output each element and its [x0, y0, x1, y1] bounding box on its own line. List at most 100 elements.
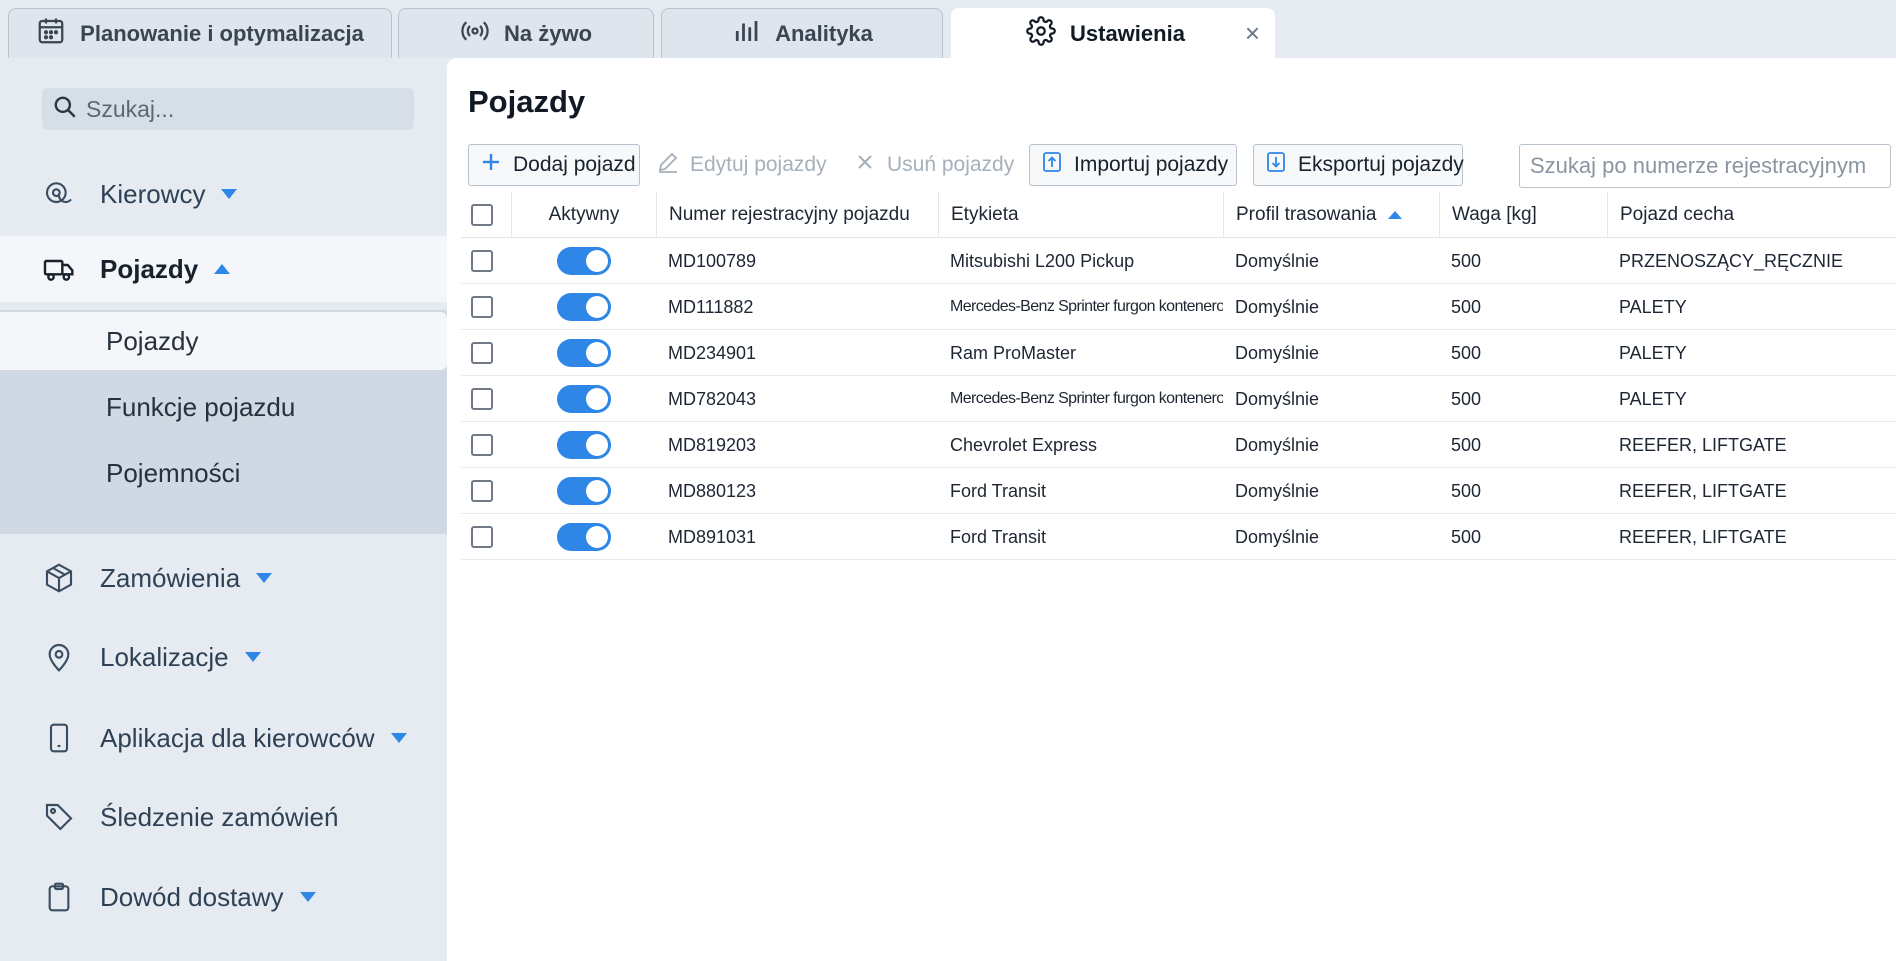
table-row[interactable]: MD782043 Mercedes-Benz Sprinter furgon k…	[461, 376, 1896, 422]
column-header-label: Aktywny	[548, 204, 620, 225]
row-active-cell	[511, 422, 656, 468]
close-icon	[853, 150, 877, 180]
sidebar-item-zamowienia[interactable]: Zamówienia	[0, 548, 447, 608]
active-toggle[interactable]	[556, 339, 611, 367]
edit-vehicles-label: Edytuj pojazdy	[690, 153, 827, 176]
tab-na-zywo[interactable]: Na żywo	[398, 8, 654, 58]
table-row[interactable]: MD880123 Ford Transit Domyślnie 500 REEF…	[461, 468, 1896, 514]
weight-cell: 500	[1451, 526, 1482, 547]
close-icon[interactable]: ×	[1245, 20, 1260, 46]
sidebar-item-label: Aplikacja dla kierowców	[100, 722, 375, 753]
plate-cell: MD819203	[668, 434, 757, 455]
row-select-cell	[471, 514, 501, 560]
routing-profile-cell: Domyślnie	[1235, 250, 1320, 271]
chevron-down-icon	[244, 652, 261, 662]
tag-icon	[42, 800, 76, 834]
column-header-active[interactable]: Aktywny	[511, 192, 656, 238]
plate-cell: MD880123	[668, 480, 757, 501]
select-all-checkbox[interactable]	[471, 204, 493, 226]
plate-search-input[interactable]	[1519, 144, 1891, 188]
label-cell: Mercedes-Benz Sprinter furgon kontenerow…	[950, 390, 1223, 407]
row-checkbox[interactable]	[471, 480, 493, 502]
label-cell: Ford Transit	[950, 480, 1047, 501]
row-checkbox[interactable]	[471, 296, 493, 318]
import-vehicles-button[interactable]: Importuj pojazdy	[1029, 144, 1237, 186]
table-row[interactable]: MD111882 Mercedes-Benz Sprinter furgon k…	[461, 284, 1896, 330]
row-select-cell	[471, 284, 501, 330]
routing-profile-cell: Domyślnie	[1235, 388, 1320, 409]
table-row[interactable]: MD891031 Ford Transit Domyślnie 500 REEF…	[461, 514, 1896, 560]
delete-vehicles-button[interactable]: Usuń pojazdy	[843, 144, 1024, 186]
chevron-down-icon	[256, 573, 273, 583]
page-title: Pojazdy	[468, 84, 586, 119]
active-toggle[interactable]	[556, 523, 611, 551]
active-toggle[interactable]	[556, 247, 611, 275]
column-header-routing-profile[interactable]: Profil trasowania	[1223, 192, 1439, 238]
column-header-plate[interactable]: Numer rejestracyjny pojazdu	[656, 192, 938, 238]
column-header-label: Numer rejestracyjny pojazdu	[669, 204, 910, 225]
active-toggle[interactable]	[556, 477, 611, 505]
subitem-label: Pojazdy	[106, 325, 199, 356]
label-cell: Ford Transit	[950, 526, 1047, 547]
row-active-cell	[511, 284, 656, 330]
export-vehicles-button[interactable]: Eksportuj pojazdy	[1253, 144, 1464, 186]
edit-vehicles-button[interactable]: Edytuj pojazdy	[646, 144, 837, 186]
table-row[interactable]: MD100789 Mitsubishi L200 Pickup Domyślni…	[461, 238, 1896, 284]
column-header-label[interactable]: Etykieta	[938, 192, 1223, 238]
label-cell: Chevrolet Express	[950, 434, 1098, 455]
package-icon	[42, 561, 76, 595]
active-toggle[interactable]	[556, 293, 611, 321]
sidebar-item-pojazdy[interactable]: Pojazdy	[0, 236, 447, 302]
routing-profile-cell: Domyślnie	[1235, 342, 1320, 363]
column-header-feature[interactable]: Pojazd cecha	[1607, 192, 1896, 238]
chevron-down-icon	[299, 892, 316, 902]
feature-cell: PRZENOSZĄCY_RĘCZNIE	[1619, 250, 1844, 271]
sidebar-item-kierowcy[interactable]: Kierowcy	[0, 164, 447, 224]
sidebar-subitem-pojemnosci[interactable]: Pojemności	[0, 444, 447, 502]
sidebar-subitem-funkcje-pojazdu[interactable]: Funkcje pojazdu	[0, 378, 447, 436]
table-body: MD100789 Mitsubishi L200 Pickup Domyślni…	[461, 238, 1896, 560]
routing-profile-cell: Domyślnie	[1235, 296, 1320, 317]
row-checkbox[interactable]	[471, 342, 493, 364]
row-checkbox[interactable]	[471, 388, 493, 410]
sidebar: Kierowcy Pojazdy Pojazdy Funkcje pojazdu…	[0, 58, 447, 961]
table-row[interactable]: MD819203 Chevrolet Express Domyślnie 500…	[461, 422, 1896, 468]
row-checkbox[interactable]	[471, 250, 493, 272]
sidebar-item-aplikacja-dla-kierowcow[interactable]: Aplikacja dla kierowców	[0, 708, 447, 768]
chevron-down-icon	[221, 189, 238, 199]
sidebar-subitem-pojazdy[interactable]: Pojazdy	[0, 312, 447, 370]
upload-icon	[1040, 150, 1064, 180]
tab-analityka[interactable]: Analityka	[661, 8, 943, 58]
add-vehicle-button[interactable]: Dodaj pojazd	[468, 144, 640, 186]
table-row[interactable]: MD234901 Ram ProMaster Domyślnie 500 PAL…	[461, 330, 1896, 376]
sidebar-item-dowod-dostawy[interactable]: Dowód dostawy	[0, 867, 447, 927]
tab-ustawienia[interactable]: Ustawienia ×	[951, 8, 1275, 58]
tab-planowanie[interactable]: Planowanie i optymalizacja	[8, 8, 392, 58]
sidebar-item-label: Dowód dostawy	[100, 881, 284, 912]
label-cell: Ram ProMaster	[950, 342, 1077, 363]
row-active-cell	[511, 238, 656, 284]
broadcast-icon	[460, 16, 490, 52]
sidebar-item-sledzenie-zamowien[interactable]: Śledzenie zamówień	[0, 787, 447, 847]
sidebar-search[interactable]	[42, 88, 414, 130]
sidebar-item-lokalizacje[interactable]: Lokalizacje	[0, 627, 447, 687]
column-header-weight[interactable]: Waga [kg]	[1439, 192, 1607, 238]
column-header-label: Waga [kg]	[1452, 204, 1537, 225]
sidebar-item-label: Kierowcy	[100, 178, 206, 209]
search-input[interactable]	[86, 95, 386, 123]
column-header-label: Etykieta	[951, 204, 1019, 225]
map-pin-icon	[42, 640, 76, 674]
tab-bar: Planowanie i optymalizacja Na żywo Anali…	[0, 0, 1896, 58]
clipboard-icon	[42, 880, 76, 914]
row-active-cell	[511, 514, 656, 560]
select-all-cell	[471, 192, 501, 238]
row-checkbox[interactable]	[471, 434, 493, 456]
row-checkbox[interactable]	[471, 526, 493, 548]
driver-icon	[42, 177, 76, 211]
active-toggle[interactable]	[556, 431, 611, 459]
row-active-cell	[511, 376, 656, 422]
sidebar-item-label: Zamówienia	[100, 562, 241, 593]
row-active-cell	[511, 468, 656, 514]
label-cell: Mitsubishi L200 Pickup	[950, 250, 1135, 271]
active-toggle[interactable]	[556, 385, 611, 413]
